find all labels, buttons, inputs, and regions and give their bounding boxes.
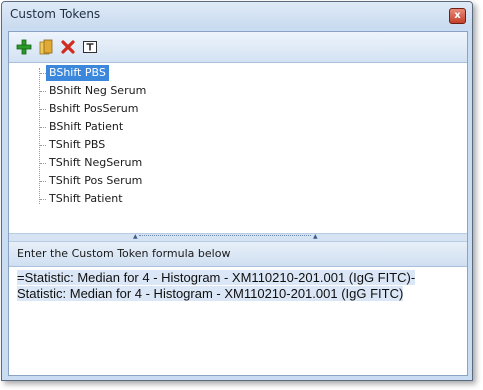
split-up-arrow-icon: ▲ [313, 233, 318, 240]
delete-icon [61, 40, 75, 54]
splitter-grip [139, 235, 311, 239]
formula-header-label: Enter the Custom Token formula below [17, 247, 231, 260]
tree-connector [39, 68, 40, 204]
add-icon [16, 39, 32, 55]
formula-text: =Statistic: Median for 4 - Histogram - X… [17, 270, 416, 301]
add-token-button[interactable] [15, 38, 33, 56]
tree-item-tshift-pbs[interactable]: TShift PBS [46, 137, 108, 153]
open-token-button[interactable] [37, 38, 55, 56]
tree-item-bshift-posserum[interactable]: Bshift PosSerum [46, 101, 141, 117]
tree-item-tshift-negserum[interactable]: TShift NegSerum [46, 155, 145, 171]
split-up-arrow-icon: ▲ [133, 233, 138, 240]
edit-text-button[interactable] [81, 38, 99, 56]
title-bar[interactable]: Custom Tokens x [2, 2, 472, 28]
tree-item-tshift-pos-serum[interactable]: TShift Pos Serum [46, 173, 145, 189]
toolbar [9, 32, 467, 63]
tree-item-tshift-patient[interactable]: TShift Patient [46, 191, 126, 207]
delete-token-button[interactable] [59, 38, 77, 56]
client-area: BShift PBS BShift Neg Serum Bshift PosSe… [8, 31, 468, 376]
custom-tokens-window: Custom Tokens x BShift PBS BShift Neg Se… [1, 1, 473, 381]
formula-editor[interactable]: =Statistic: Median for 4 - Histogram - X… [9, 267, 467, 375]
tree-item-bshift-pbs[interactable]: BShift PBS [46, 65, 109, 81]
text-edit-icon [83, 41, 97, 53]
window-title: Custom Tokens [10, 7, 101, 21]
token-tree[interactable]: BShift PBS BShift Neg Serum Bshift PosSe… [9, 63, 467, 233]
splitter[interactable]: ▲ ▲ [9, 233, 467, 242]
close-button[interactable]: x [449, 8, 466, 24]
folder-icon [39, 39, 53, 55]
tree-item-bshift-patient[interactable]: BShift Patient [46, 119, 126, 135]
formula-header: Enter the Custom Token formula below [9, 242, 467, 267]
tree-item-bshift-neg-serum[interactable]: BShift Neg Serum [46, 83, 149, 99]
